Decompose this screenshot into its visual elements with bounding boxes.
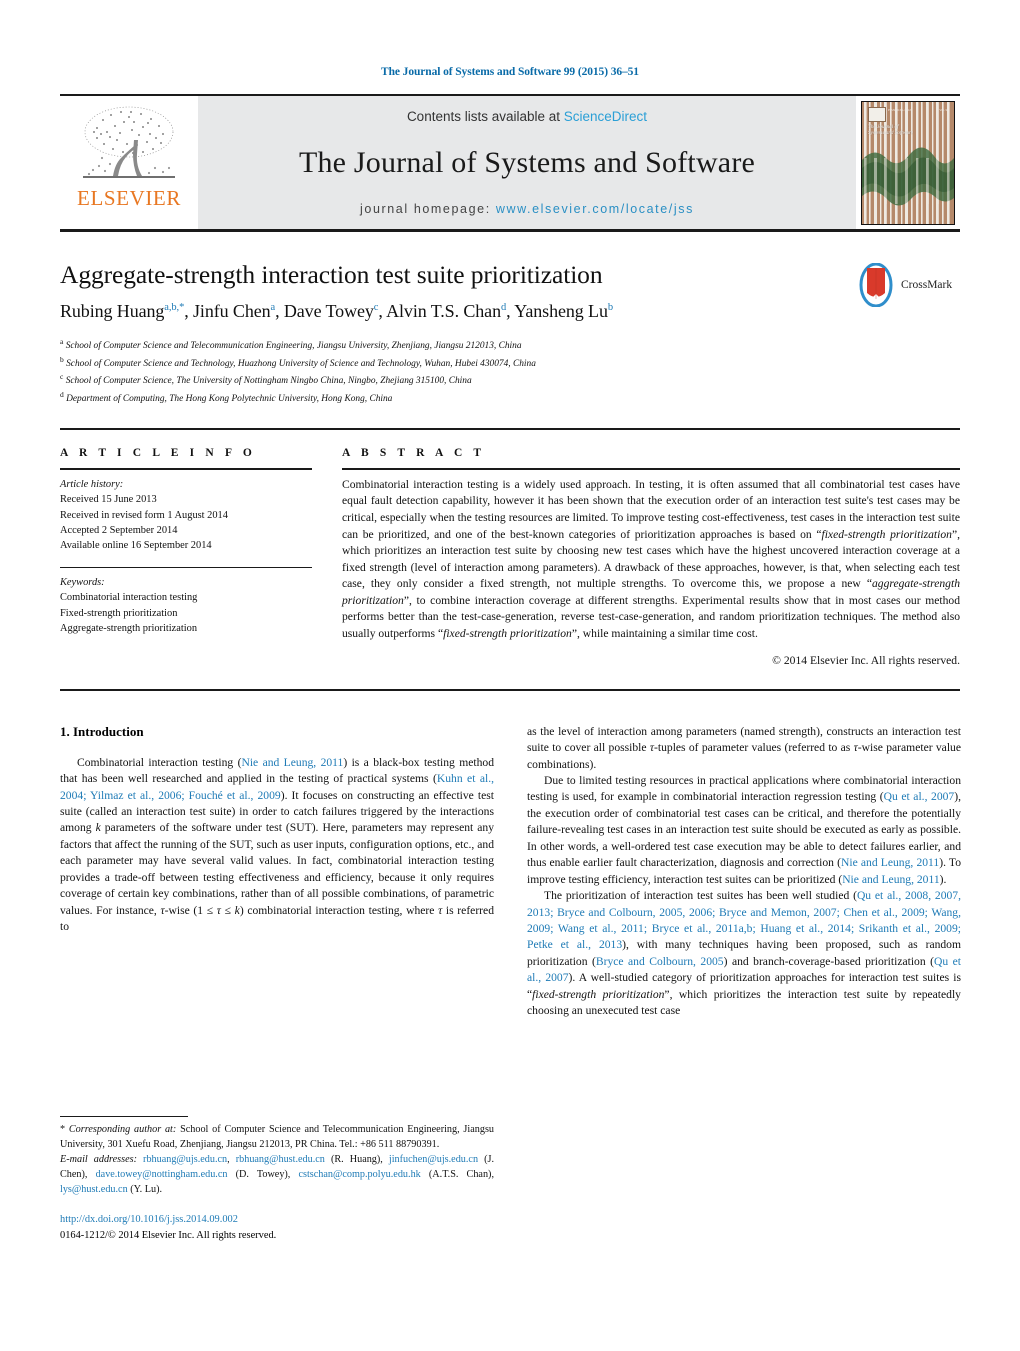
article-history-block: Article history: Received 15 June 2013 R… <box>60 477 312 554</box>
running-head: The Journal of Systems and Software 99 (… <box>381 66 639 78</box>
body-paragraph: Combinatorial interaction testing (Nie a… <box>60 755 495 934</box>
elsevier-tree-icon <box>77 102 181 190</box>
paper-page: The Journal of Systems and Software 99 (… <box>0 0 1020 1351</box>
body-column-left: 1. Introduction Combinatorial interactio… <box>60 724 494 1244</box>
affiliation-text: School of Computer Science and Telecommu… <box>65 341 522 352</box>
journal-cover-thumbnail: ISSN 0164-1212 Vol. 99 The Journal of Sy… <box>861 100 955 225</box>
elsevier-wordmark: ELSEVIER <box>77 186 181 210</box>
abstract-text: Combinatorial interaction testing is a w… <box>342 477 960 641</box>
divider <box>342 467 960 470</box>
abstract-column: A B S T R A C T Combinatorial interactio… <box>324 447 960 667</box>
affiliation-item: c School of Computer Science, The Univer… <box>60 371 960 389</box>
homepage-prefix-text: journal homepage: <box>360 202 496 216</box>
contents-lists-line: Contents lists available at ScienceDirec… <box>407 109 647 124</box>
body-column-right: as the level of interaction among parame… <box>527 724 961 1244</box>
affiliation-mark: a <box>60 337 64 346</box>
info-abstract-section: A R T I C L E I N F O Article history: R… <box>60 427 960 667</box>
journal-masthead: ELSEVIER Contents lists available at Sci… <box>60 94 960 232</box>
divider <box>60 688 960 691</box>
keywords-block: Keywords: Combinatorial interaction test… <box>60 575 312 637</box>
cover-top-line: ISSN 0164-1212 Vol. 99 <box>888 108 949 112</box>
crossmark-badge[interactable]: CrossMark <box>856 262 960 308</box>
journal-homepage-line: journal homepage: www.elsevier.com/locat… <box>360 202 694 216</box>
journal-title: The Journal of Systems and Software <box>298 146 756 179</box>
author-list: Rubing Huanga,b,*, Jinfu Chena, Dave Tow… <box>60 301 614 321</box>
cover-volume: Vol. 99 <box>939 107 949 112</box>
issn-copyright: 0164-1212/© 2014 Elsevier Inc. All right… <box>60 1229 277 1241</box>
sciencedirect-link[interactable]: ScienceDirect <box>564 109 647 124</box>
elsevier-logo-block: ELSEVIER <box>60 96 198 229</box>
keywords-label: Keywords: <box>60 576 105 588</box>
body-paragraph: The prioritization of interaction test s… <box>527 889 962 1018</box>
body-paragraph: as the level of interaction among parame… <box>527 724 961 771</box>
crossmark-icon <box>856 262 896 308</box>
cover-issn: ISSN 0164-1212 <box>888 107 911 112</box>
history-item: Received in revised form 1 August 2014 <box>60 509 228 521</box>
affiliation-item: d Department of Computing, The Hong Kong… <box>60 389 960 407</box>
affiliation-list: a School of Computer Science and Telecom… <box>60 336 960 407</box>
history-item: Received 15 June 2013 <box>60 494 157 506</box>
article-info-column: A R T I C L E I N F O Article history: R… <box>60 447 312 667</box>
email-addresses-note: E-mail addresses: rbhuang@ujs.edu.cn, rb… <box>60 1154 495 1195</box>
keyword-item: Fixed-strength prioritization <box>60 607 178 619</box>
masthead-center-band: Contents lists available at ScienceDirec… <box>198 96 856 229</box>
contents-prefix-text: Contents lists available at <box>406 109 564 124</box>
journal-homepage-link[interactable]: www.elsevier.com/locate/jss <box>496 202 694 216</box>
affiliation-mark: d <box>60 390 64 400</box>
affiliation-item: a School of Computer Science and Telecom… <box>60 336 960 354</box>
affiliation-text: School of Computer Science and Technolog… <box>66 358 536 369</box>
crossmark-label: CrossMark <box>901 279 953 291</box>
affiliation-mark: b <box>60 354 64 364</box>
divider <box>60 566 312 568</box>
article-info-heading: A R T I C L E I N F O <box>60 446 256 459</box>
body-paragraph: Due to limited testing resources in prac… <box>527 773 961 886</box>
divider <box>60 467 312 470</box>
doi-link[interactable]: http://dx.doi.org/10.1016/j.jss.2014.09.… <box>60 1212 494 1228</box>
affiliation-text: Department of Computing, The Hong Kong P… <box>66 394 393 405</box>
footnote-divider <box>60 1116 188 1118</box>
cover-title-line2: Systems and Software <box>868 130 914 136</box>
cover-publisher-logo-icon <box>868 106 886 122</box>
corresponding-author-note: * Corresponding author at: School of Com… <box>60 1124 494 1151</box>
article-title-block: Aggregate-strength interaction test suit… <box>60 260 960 407</box>
history-item: Available online 16 September 2014 <box>60 540 212 552</box>
affiliation-text: School of Computer Science, The Universi… <box>65 376 472 387</box>
footnote-block: * Corresponding author at: School of Com… <box>60 1116 494 1243</box>
abstract-heading: A B S T R A C T <box>342 446 486 459</box>
abstract-copyright: © 2014 Elsevier Inc. All rights reserved… <box>772 653 960 667</box>
cover-journal-title: The Journal of Systems and Software <box>868 124 913 137</box>
keyword-item: Combinatorial interaction testing <box>60 592 198 604</box>
affiliation-mark: c <box>60 372 64 382</box>
article-history-label: Article history: <box>60 478 124 490</box>
journal-cover-block: ISSN 0164-1212 Vol. 99 The Journal of Sy… <box>856 96 960 229</box>
affiliation-item: b School of Computer Science and Technol… <box>60 354 960 372</box>
keyword-item: Aggregate-strength prioritization <box>60 622 198 634</box>
section-heading-introduction: 1. Introduction <box>60 723 144 739</box>
body-columns: 1. Introduction Combinatorial interactio… <box>60 724 961 1244</box>
history-item: Accepted 2 September 2014 <box>60 524 178 536</box>
page-title: Aggregate-strength interaction test suit… <box>60 260 603 289</box>
doi-block: http://dx.doi.org/10.1016/j.jss.2014.09.… <box>60 1212 494 1243</box>
